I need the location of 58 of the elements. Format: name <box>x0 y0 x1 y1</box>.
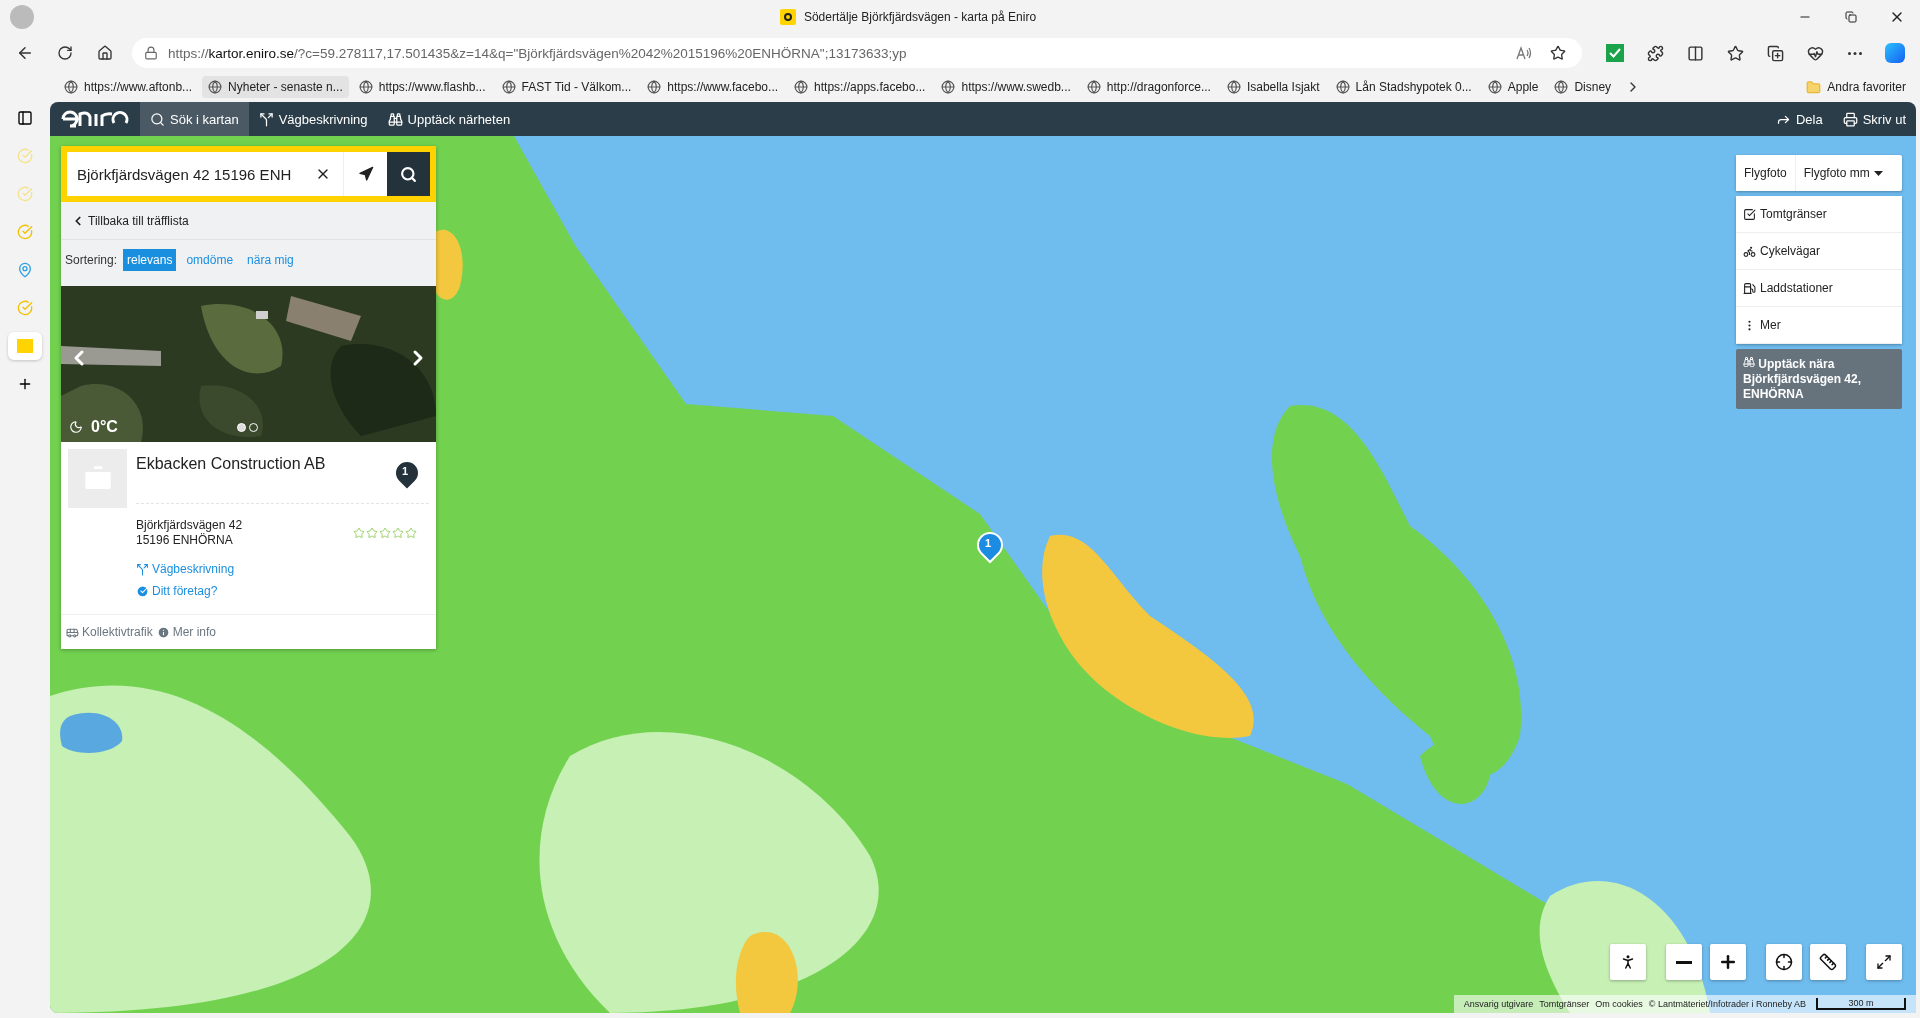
globe-icon <box>1086 80 1101 94</box>
fork-icon <box>258 111 274 127</box>
globe-icon <box>1226 80 1241 94</box>
bookmark[interactable]: https://www.swedb... <box>935 76 1077 98</box>
check-circle-icon <box>17 224 33 240</box>
globe-icon <box>794 80 809 94</box>
bookmark[interactable]: https://www.aftonb... <box>58 76 199 98</box>
nav-tab[interactable]: Sök i kartan <box>140 102 249 136</box>
home-icon <box>97 45 113 61</box>
map-pin-icon <box>17 262 33 278</box>
globe-icon <box>1487 80 1502 94</box>
globe-icon <box>501 80 516 94</box>
globe-icon <box>64 80 78 94</box>
search-icon <box>150 111 165 127</box>
nav-tab[interactable]: Vägbeskrivning <box>248 102 378 136</box>
printer-icon <box>1842 111 1858 127</box>
bookmark[interactable]: Disney <box>1548 76 1618 98</box>
globe-icon <box>1554 80 1569 94</box>
bookmark[interactable]: Nyheter - senaste n... <box>202 76 349 98</box>
bookmark[interactable]: Apple <box>1481 76 1545 98</box>
add-icon <box>17 376 33 392</box>
bookmark[interactable]: https://www.facebo... <box>641 76 785 98</box>
nav-tab[interactable]: Upptäck närheten <box>377 102 521 136</box>
bookmark[interactable]: FAST Tid - Välkom... <box>495 76 638 98</box>
more-icon <box>1848 51 1862 55</box>
window-title: Södertälje Björkfjärdsvägen - karta på Eniro <box>803 10 1037 24</box>
favorites-icon <box>1726 44 1744 62</box>
star-icon <box>1550 45 1566 61</box>
lock-icon <box>144 46 158 60</box>
checkmark-icon <box>1606 44 1624 62</box>
bookmark[interactable]: https://www.flashb... <box>352 76 492 98</box>
read-aloud-icon <box>1516 46 1532 60</box>
bookmark[interactable]: Lån Stadshypotek 0... <box>1329 76 1478 98</box>
share-button[interactable]: Dela <box>1765 102 1833 136</box>
collections-icon <box>1766 44 1784 62</box>
check-circle-icon <box>17 300 33 316</box>
address-bar[interactable]: https://kartor.eniro.se/?c=59.278117,17.501435&z=14&q="Björkfjärdsvägen%2042%2015196%20ENHÖRNA";13173633;yp <box>132 38 1582 68</box>
reload-icon <box>57 45 73 61</box>
puzzle-icon <box>1646 44 1664 62</box>
folder-icon <box>1806 79 1822 95</box>
check-circle-icon <box>17 148 33 164</box>
binoculars-icon <box>387 111 403 127</box>
globe-icon <box>941 80 956 94</box>
print-button[interactable]: Skriv ut <box>1832 102 1916 136</box>
other-favorites-folder[interactable]: Andra favoriter <box>1800 75 1912 99</box>
heart-pulse-icon <box>1806 44 1824 62</box>
globe-icon <box>647 80 662 94</box>
check-circle-icon <box>17 186 33 202</box>
globe-icon <box>208 80 223 94</box>
tab-panel-icon <box>17 110 33 126</box>
split-screen-icon <box>1686 44 1704 62</box>
restore-icon <box>1845 11 1857 23</box>
bookmark[interactable]: https://apps.facebo... <box>788 76 932 98</box>
globe-icon <box>358 80 373 94</box>
bookmark[interactable]: http://dragonforce... <box>1080 76 1217 98</box>
globe-icon <box>1335 80 1350 94</box>
url-text: https://kartor.eniro.se/?c=59.278117,17.501435&z=14&q="Björkfjärdsvägen%2042%2015196%20ENHÖRNA";13173633;yp <box>168 45 908 61</box>
bookmark[interactable]: Isabella Isjakt <box>1220 76 1326 98</box>
